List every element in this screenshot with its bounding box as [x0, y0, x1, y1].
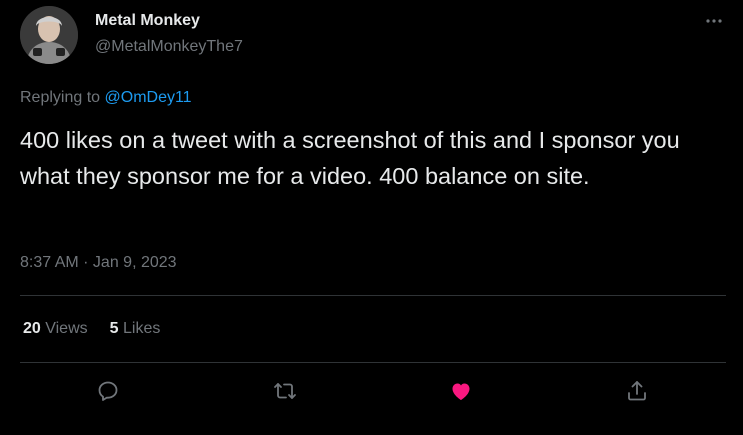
reply-mention-link[interactable]: @OmDey11: [105, 89, 192, 106]
divider: [20, 295, 726, 296]
tweet-stats: 20 Views 5 Likes: [23, 320, 182, 338]
timestamp-separator: ·: [78, 254, 93, 271]
views-label: Views: [40, 320, 88, 337]
views-count: 20: [23, 320, 41, 337]
retweet-icon: [274, 383, 296, 399]
share-icon: [628, 381, 646, 401]
more-dots-icon: [706, 19, 722, 23]
like-button[interactable]: [446, 376, 476, 406]
likes-stat[interactable]: 5 Likes: [110, 320, 161, 338]
tweet-date[interactable]: Jan 9, 2023: [93, 254, 177, 271]
tweet-timestamp: 8:37 AM · Jan 9, 2023: [20, 254, 177, 272]
heart-icon: [452, 383, 470, 400]
likes-label: Likes: [118, 320, 161, 337]
more-options-button[interactable]: [700, 10, 728, 32]
divider: [20, 362, 726, 363]
author-display-name[interactable]: Metal Monkey: [95, 12, 200, 30]
retweet-button[interactable]: [270, 376, 300, 406]
tweet-time[interactable]: 8:37 AM: [20, 254, 79, 271]
reply-context: Replying to @OmDey11: [20, 89, 192, 107]
reply-context-prefix: Replying to: [20, 89, 105, 106]
share-button[interactable]: [622, 376, 652, 406]
avatar[interactable]: [20, 6, 78, 64]
tweet-detail: Metal Monkey @MetalMonkeyThe7 Replying t…: [0, 0, 743, 435]
likes-count: 5: [109, 320, 119, 337]
reply-button[interactable]: [93, 376, 123, 406]
avatar-photo-icon: [20, 6, 78, 64]
reply-icon: [98, 381, 118, 401]
tweet-text: 400 likes on a tweet with a screenshot o…: [20, 127, 680, 189]
author-handle[interactable]: @MetalMonkeyThe7: [95, 38, 243, 56]
views-stat[interactable]: 20 Views: [23, 320, 88, 338]
